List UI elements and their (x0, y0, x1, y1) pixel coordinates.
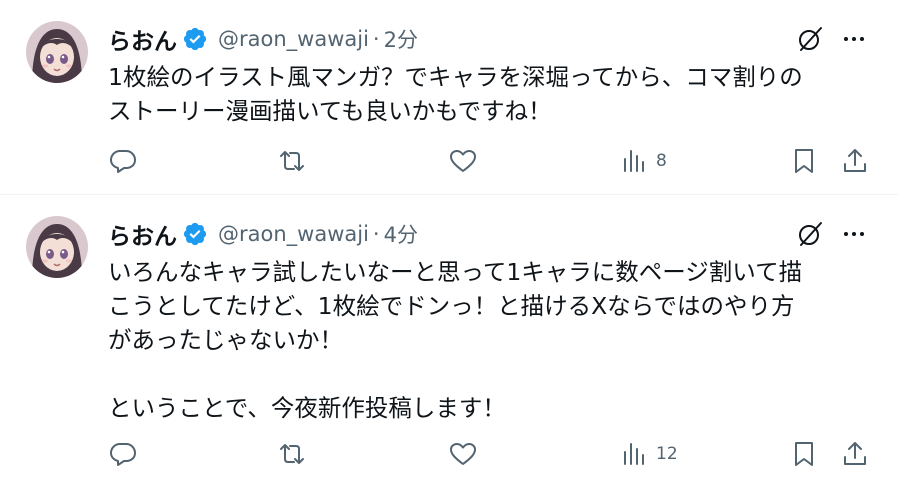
views-count: 8 (656, 151, 667, 171)
author-handle[interactable]: @raon_wawaji (218, 27, 369, 51)
retweet-icon (280, 444, 304, 464)
bookmark-button[interactable] (789, 146, 819, 176)
share-button[interactable] (840, 146, 870, 176)
grok-icon[interactable] (796, 220, 824, 248)
tweet-time[interactable]: 4分 (384, 219, 418, 249)
avatar[interactable] (26, 21, 88, 83)
retweet-icon (280, 151, 304, 171)
bookmark-icon (795, 149, 813, 173)
reply-icon (110, 150, 136, 173)
like-icon (450, 443, 476, 465)
tweet-time[interactable]: 2分 (384, 24, 418, 54)
views-icon (624, 150, 644, 172)
like-icon (450, 150, 476, 172)
tweet[interactable]: らおん @raon_wawaji · 2分 1枚絵のイラスト風マンガ？でキャラを… (0, 0, 898, 194)
like-button[interactable] (448, 146, 478, 176)
tweet-text: いろんなキャラ試したいなーと思って1キャラに数ページ割いて描 こうとしてたけど、… (108, 258, 803, 422)
retweet-button[interactable] (277, 146, 307, 176)
author-handle[interactable]: @raon_wawaji (218, 222, 369, 246)
author-name[interactable]: らおん (108, 217, 177, 251)
more-icon[interactable] (840, 25, 868, 53)
views-button[interactable]: 8 (620, 146, 667, 176)
bookmark-icon (795, 442, 813, 466)
verified-badge-icon[interactable] (182, 26, 208, 52)
views-button[interactable]: 12 (620, 439, 678, 469)
share-icon (844, 149, 866, 172)
separator-dot: · (372, 222, 380, 246)
like-button[interactable] (448, 439, 478, 469)
retweet-button[interactable] (277, 439, 307, 469)
avatar[interactable] (26, 216, 88, 278)
views-count: 12 (656, 444, 678, 464)
tweet-header: らおん @raon_wawaji · 2分 (108, 22, 418, 56)
reply-icon (110, 443, 136, 466)
tweet-actions: 12 (0, 434, 898, 474)
tweet[interactable]: らおん @raon_wawaji · 4分 いろんなキャラ試したいなーと思って1… (0, 195, 898, 489)
tweet-actions: 8 (0, 141, 898, 181)
verified-badge-icon[interactable] (182, 221, 208, 247)
author-name[interactable]: らおん (108, 22, 177, 56)
views-icon (624, 443, 644, 465)
tweet-header: らおん @raon_wawaji · 4分 (108, 217, 418, 251)
separator-dot: · (372, 27, 380, 51)
reply-button[interactable] (108, 146, 138, 176)
more-icon[interactable] (840, 220, 868, 248)
share-button[interactable] (840, 439, 870, 469)
grok-icon[interactable] (796, 25, 824, 53)
tweet-text: 1枚絵のイラスト風マンガ？でキャラを深堀ってから、コマ割りの ストーリー漫画描い… (108, 63, 803, 125)
timeline-feed: らおん @raon_wawaji · 2分 1枚絵のイラスト風マンガ？でキャラを… (0, 0, 898, 489)
bookmark-button[interactable] (789, 439, 819, 469)
reply-button[interactable] (108, 439, 138, 469)
share-icon (844, 442, 866, 465)
